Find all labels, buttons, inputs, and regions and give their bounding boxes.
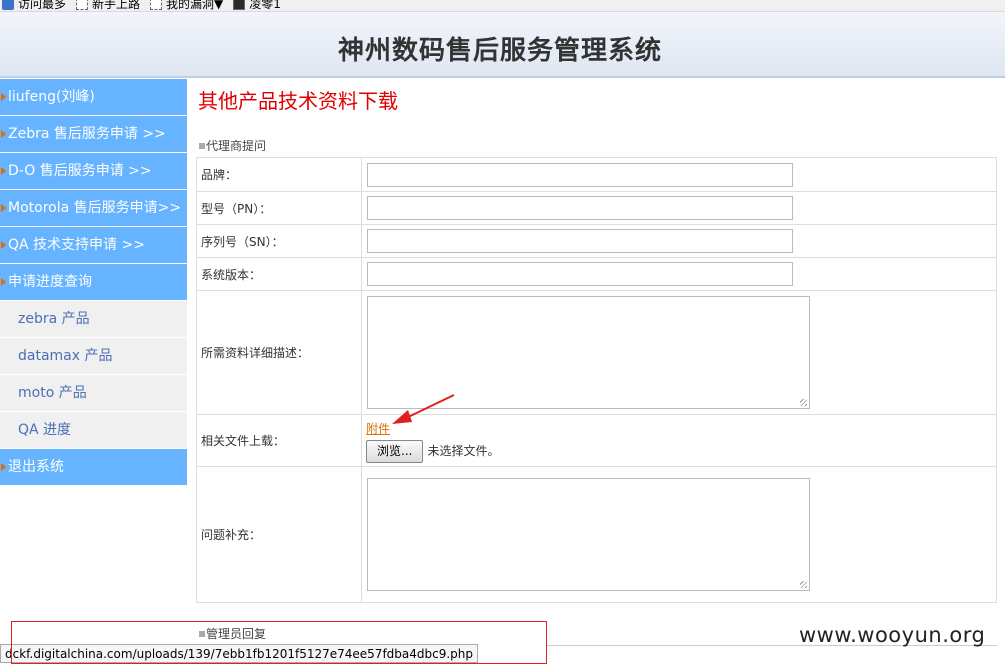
resize-grip-icon[interactable]: [800, 399, 807, 406]
sidebar-subitem-datamax[interactable]: datamax 产品: [0, 338, 187, 375]
blue-app-icon: [2, 0, 14, 10]
sidebar-item-qa-support[interactable]: QA 技术支持申请 >>: [0, 227, 187, 264]
section-heading-question: 代理商提问: [199, 137, 266, 154]
section-heading-reply: 管理员回复: [199, 625, 266, 642]
favorite-label: 访问最多: [18, 0, 67, 11]
favorite-my-vulns[interactable]: 我的漏洞▼: [150, 0, 224, 11]
serial-cell: [361, 224, 997, 258]
section-heading-label: 代理商提问: [206, 139, 267, 153]
site-header: 神州数码售后服务管理系统: [0, 12, 1005, 78]
brand-label: 品牌：: [196, 157, 362, 192]
arrow-right-icon: [1, 241, 6, 249]
favorite-getting-started[interactable]: 新手上路: [76, 0, 141, 11]
serial-label: 序列号（SN）：: [196, 224, 362, 258]
brand-cell: [361, 157, 997, 192]
no-file-text: 未选择文件。: [427, 443, 500, 458]
sidebar-subitem-zebra[interactable]: zebra 产品: [0, 301, 187, 338]
image-icon: [233, 0, 246, 10]
site-title: 神州数码售后服务管理系统: [337, 36, 662, 66]
browse-button[interactable]: 浏览...: [366, 439, 424, 463]
arrow-right-icon: [1, 463, 6, 471]
sidebar-item-label: Motorola 售后服务申请>>: [8, 200, 182, 216]
description-label: 所需资料详细描述：: [196, 290, 362, 415]
model-cell: [361, 191, 997, 225]
favorite-label: 凌零1: [249, 0, 281, 11]
section-heading-label: 管理员回复: [206, 627, 267, 641]
resize-grip-icon[interactable]: [800, 581, 807, 588]
page-title: 其他产品技术资料下载: [198, 89, 398, 113]
sidebar-item-label: 退出系统: [8, 459, 64, 475]
sidebar-item-label: Zebra 售后服务申请 >>: [8, 126, 166, 142]
arrow-right-icon: [1, 93, 6, 101]
favorite-lingling[interactable]: 凌零1: [233, 0, 281, 11]
arrow-right-icon: [1, 278, 6, 286]
supplement-cell: [361, 466, 997, 603]
favorite-most-visited[interactable]: 访问最多: [2, 0, 67, 11]
sidebar-item-do-service[interactable]: D-O 售后服务申请 >>: [0, 153, 187, 190]
sidebar-item-motorola-service[interactable]: Motorola 售后服务申请>>: [0, 190, 187, 227]
status-bar-url: dckf.digitalchina.com/uploads/139/7ebb1f…: [0, 644, 479, 663]
bullet-square-icon: [199, 631, 205, 637]
favorites-bar: 访问最多 新手上路 我的漏洞▼ 凌零1: [0, 0, 1005, 12]
sidebar-item-logout[interactable]: 退出系统: [0, 449, 187, 486]
sidebar-subitem-qa-progress[interactable]: QA 进度: [0, 412, 187, 449]
sidebar-item-user[interactable]: liufeng(刘峰): [0, 79, 187, 116]
question-form: 品牌： 型号（PN）： 序列号（SN）： 系统版本： 所需资料详细描述： 相关文…: [196, 157, 997, 603]
model-input[interactable]: [367, 196, 793, 220]
sidebar-item-label: QA 技术支持申请 >>: [8, 237, 145, 253]
supplement-textarea[interactable]: [367, 478, 810, 591]
version-label: 系统版本：: [196, 257, 362, 291]
favorite-label: 我的漏洞▼: [166, 0, 224, 11]
page-icon: [150, 0, 163, 10]
sidebar-item-progress-query[interactable]: 申请进度查询: [0, 264, 187, 301]
page-icon: [76, 0, 89, 10]
brand-input[interactable]: [367, 162, 793, 187]
upload-label: 相关文件上载：: [196, 414, 362, 467]
sidebar-subitem-moto[interactable]: moto 产品: [0, 375, 187, 412]
annotation-arrow-shaft: [403, 394, 455, 420]
app-window: 访问最多 新手上路 我的漏洞▼ 凌零1 神州数码售后服务管理系统 liufeng…: [0, 0, 1005, 665]
arrow-right-icon: [1, 130, 6, 138]
serial-input[interactable]: [367, 229, 793, 253]
arrow-right-icon: [1, 167, 6, 175]
arrow-right-icon: [1, 204, 6, 212]
sidebar-item-label: D-O 售后服务申请 >>: [8, 163, 152, 179]
attachment-link[interactable]: 附件: [366, 422, 390, 436]
version-cell: [361, 257, 997, 291]
sidebar-item-zebra-service[interactable]: Zebra 售后服务申请 >>: [0, 116, 187, 153]
version-input[interactable]: [367, 262, 793, 286]
sidebar: liufeng(刘峰) Zebra 售后服务申请 >> D-O 售后服务申请 >…: [0, 79, 187, 486]
sidebar-item-label: 申请进度查询: [8, 274, 92, 290]
annotation-arrow: [392, 394, 455, 424]
favorite-label: 新手上路: [92, 0, 141, 11]
header-divider: [0, 76, 1005, 78]
watermark: www.wooyun.org: [799, 623, 986, 647]
model-label: 型号（PN）：: [196, 191, 362, 225]
supplement-label: 问题补充：: [196, 466, 362, 603]
sidebar-item-label: liufeng(刘峰): [8, 89, 95, 105]
bullet-square-icon: [199, 143, 205, 149]
annotation-arrow-head: [392, 410, 412, 424]
